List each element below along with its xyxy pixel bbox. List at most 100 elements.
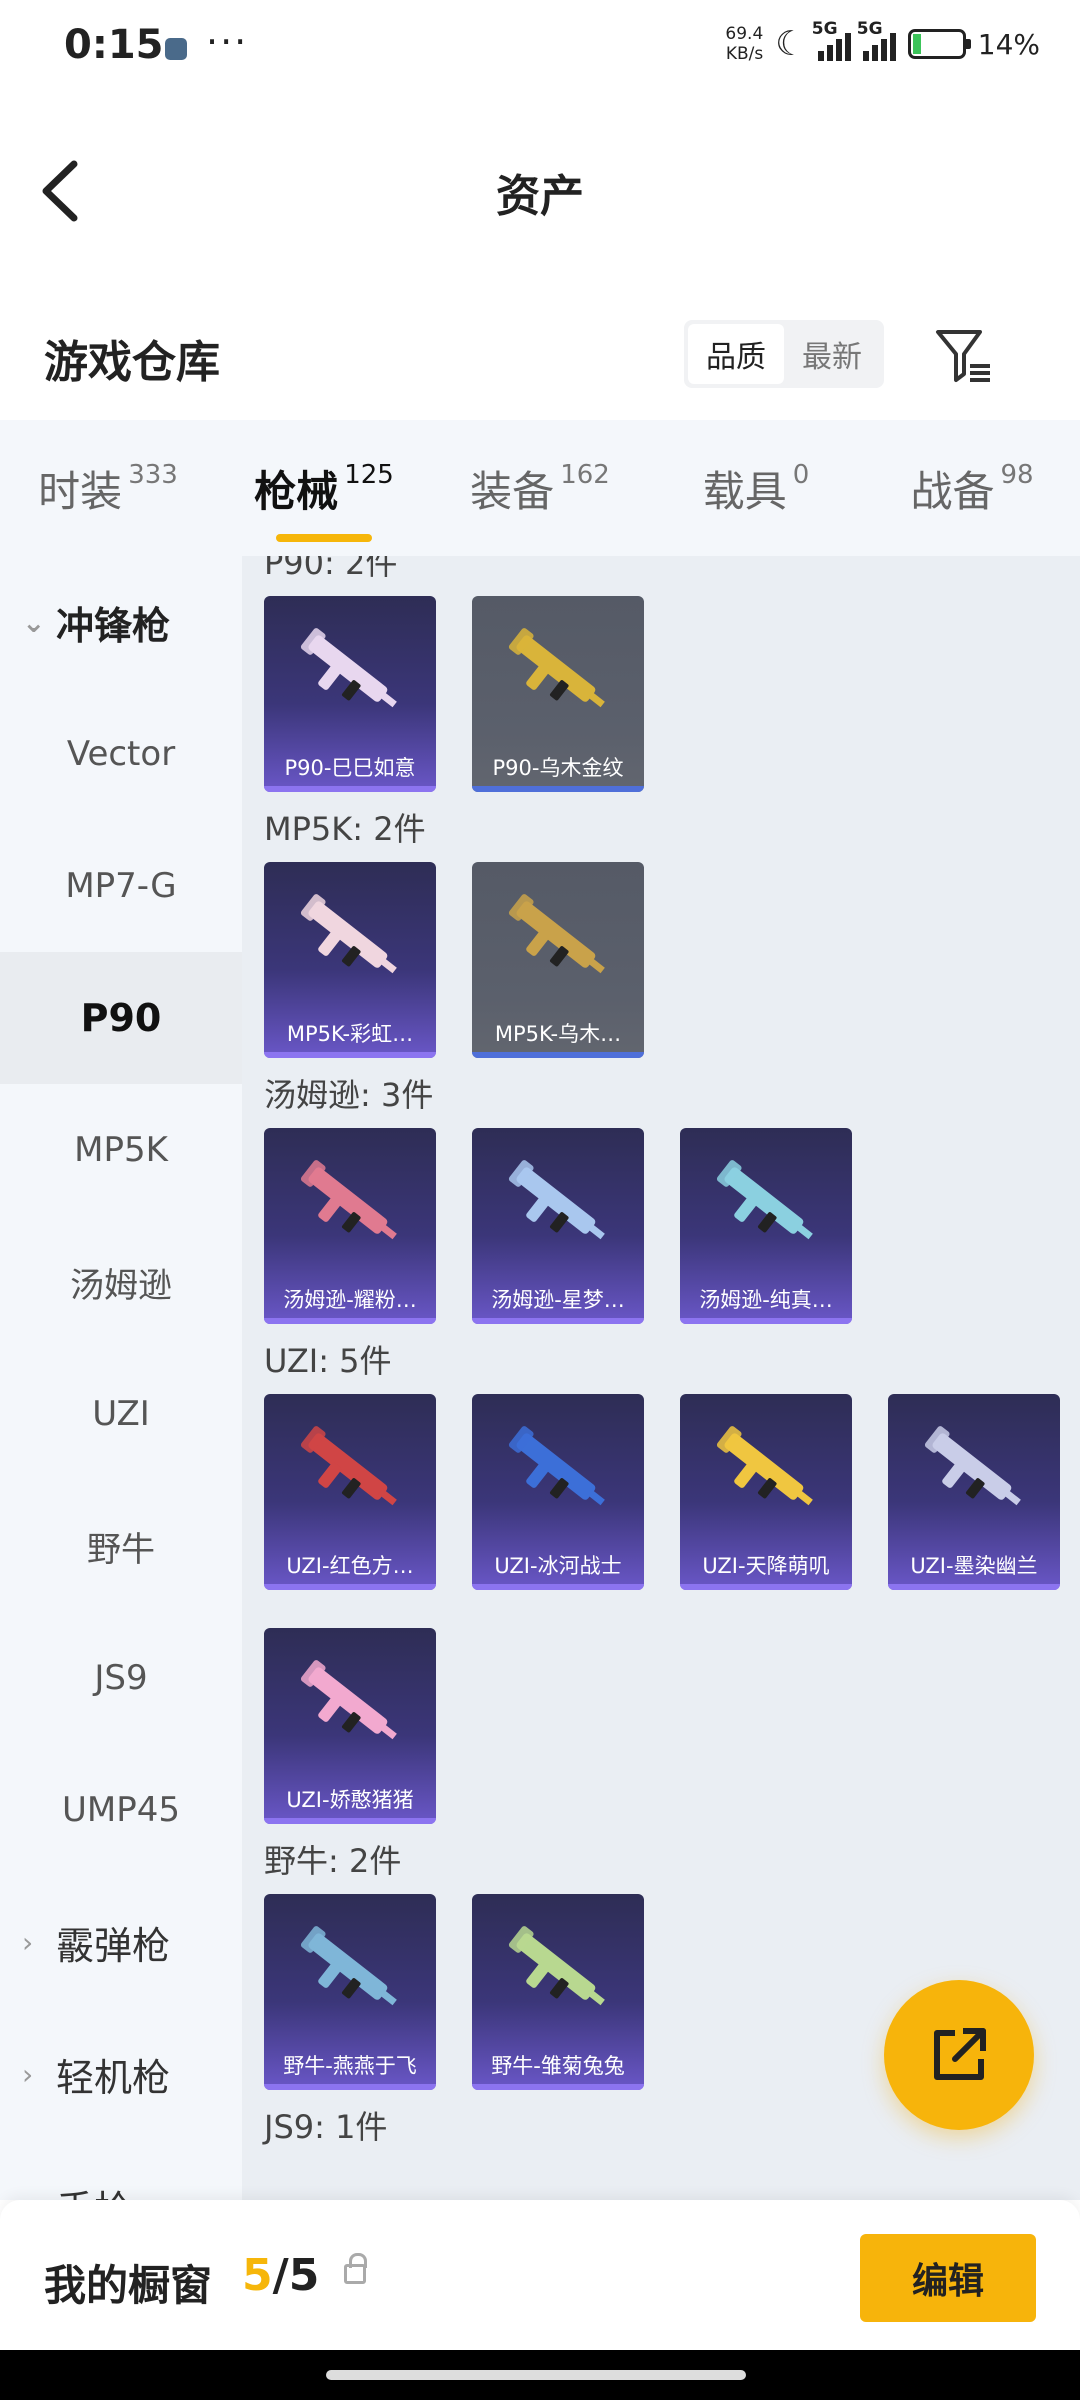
filter-button[interactable]: [934, 326, 994, 386]
sidebar-item-p90[interactable]: P90: [0, 952, 242, 1084]
tab-supplies[interactable]: 战备 98: [864, 420, 1080, 556]
gun-skin-icon: [300, 894, 397, 974]
top-header: 资产: [0, 100, 1080, 280]
more-notifications-icon: ···: [206, 20, 249, 64]
showcase-bar: 我的橱窗 5/5 编辑: [0, 2200, 1080, 2350]
chevron-right-icon: ›: [22, 1925, 34, 1959]
status-time: 0:15: [64, 22, 164, 68]
skin-name: MP5K-乌木…: [494, 1022, 622, 1046]
weapon-skin-card[interactable]: UZI-娇憨猪猪: [264, 1628, 436, 1824]
external-link-icon: [934, 2028, 986, 2080]
edit-button[interactable]: 编辑: [860, 2234, 1036, 2322]
sidebar-item-ump45[interactable]: UMP45: [0, 1744, 242, 1876]
battery-icon: [907, 29, 971, 59]
skin-name: 野牛-燕燕于飞: [283, 2054, 417, 2078]
home-indicator[interactable]: [326, 2370, 746, 2380]
gun-skin-icon: [300, 628, 397, 708]
weapon-group: MP5K: 2件 MP5K-彩虹… MP5K-乌木…: [242, 806, 1080, 1058]
signal-icon-2: 5G: [857, 19, 896, 61]
showcase-count: 5/5: [242, 2250, 320, 2301]
weapon-group: UZI: 5件 UZI-红色方… UZI-冰河战士 UZI-天降萌叽 UZI-墨染幽兰 U…: [242, 1338, 1080, 1824]
skin-name: 汤姆逊-纯真…: [699, 1288, 833, 1312]
rarity-bar: [472, 786, 644, 792]
gun-skin-icon: [508, 894, 605, 974]
rarity-bar: [888, 1584, 1060, 1590]
weapon-skin-card[interactable]: P90-巳巳如意: [264, 596, 436, 792]
sidebar-item-vector[interactable]: Vector: [0, 688, 242, 820]
battery-percent: 14%: [977, 27, 1040, 61]
skin-name: UZI-冰河战士: [494, 1554, 622, 1578]
sidebar-item-bizon[interactable]: 野牛: [0, 1480, 242, 1612]
rarity-bar: [680, 1584, 852, 1590]
sort-quality-button[interactable]: 品质: [688, 324, 784, 384]
rarity-bar: [264, 1818, 436, 1824]
sidebar-item-mp5k[interactable]: MP5K: [0, 1084, 242, 1216]
skin-name: UZI-墨染幽兰: [910, 1554, 1038, 1578]
tab-equipment[interactable]: 装备 162: [432, 420, 648, 556]
gun-skin-icon: [300, 1160, 397, 1240]
weapon-skin-card[interactable]: 汤姆逊-纯真…: [680, 1128, 852, 1324]
gun-skin-icon: [508, 1926, 605, 2006]
item-grid: P90-巳巳如意 P90-乌木金纹: [264, 596, 1064, 792]
share-button[interactable]: [884, 1980, 1034, 2130]
network-speed: 69.4 KB/s: [725, 24, 764, 64]
weapon-skin-card[interactable]: MP5K-乌木…: [472, 862, 644, 1058]
group-title: 野牛: 2件: [264, 1842, 402, 1880]
skin-name: MP5K-彩虹…: [286, 1022, 414, 1046]
weapon-skin-card[interactable]: UZI-冰河战士: [472, 1394, 644, 1590]
weapon-skin-card[interactable]: 汤姆逊-耀粉…: [264, 1128, 436, 1324]
system-nav-bar: [0, 2350, 1080, 2400]
gun-skin-icon: [508, 628, 605, 708]
weapon-list: P90: 2件 P90-巳巳如意 P90-乌木金纹 MP5K: 2件 MP5K-彩虹… M…: [242, 556, 1080, 2200]
category-tabs: 时装 333 枪械 125 装备 162 载具 0 战备 98: [0, 420, 1080, 556]
gun-skin-icon: [508, 1426, 605, 1506]
chevron-right-icon: ›: [22, 2057, 34, 2091]
weapon-skin-card[interactable]: 野牛-燕燕于飞: [264, 1894, 436, 2090]
weapon-skin-card[interactable]: 野牛-雏菊兔兔: [472, 1894, 644, 2090]
weapon-skin-card[interactable]: UZI-墨染幽兰: [888, 1394, 1060, 1590]
chevron-right-icon: ›: [22, 2190, 44, 2201]
weapon-group: 汤姆逊: 3件 汤姆逊-耀粉… 汤姆逊-星梦… 汤姆逊-纯真…: [242, 1072, 1080, 1324]
item-grid: MP5K-彩虹… MP5K-乌木…: [264, 862, 1064, 1058]
lock-icon: [344, 2253, 367, 2284]
rarity-bar: [264, 1052, 436, 1058]
sort-newest-button[interactable]: 最新: [784, 324, 880, 384]
tab-fashion[interactable]: 时装 333: [0, 420, 216, 556]
group-title: UZI: 5件: [264, 1342, 392, 1380]
gun-skin-icon: [924, 1426, 1021, 1506]
sidebar-category-shotgun[interactable]: › 霰弹枪: [0, 1876, 242, 2008]
group-title: P90: 2件: [264, 556, 398, 582]
rarity-bar: [472, 1052, 644, 1058]
rarity-bar: [680, 1318, 852, 1324]
sidebar-item-thompson[interactable]: 汤姆逊: [0, 1216, 242, 1348]
sidebar-category-pistol[interactable]: ›手枪: [0, 2140, 242, 2201]
gun-skin-icon: [716, 1426, 813, 1506]
skin-name: 野牛-雏菊兔兔: [491, 2054, 625, 2078]
weapon-skin-card[interactable]: 汤姆逊-星梦…: [472, 1128, 644, 1324]
weapon-skin-card[interactable]: UZI-天降萌叽: [680, 1394, 852, 1590]
gun-skin-icon: [716, 1160, 813, 1240]
rarity-bar: [264, 2084, 436, 2090]
sidebar-category-lmg[interactable]: › 轻机枪: [0, 2008, 242, 2140]
gun-skin-icon: [508, 1160, 605, 1240]
do-not-disturb-icon: ☾: [775, 24, 806, 64]
skin-name: P90-乌木金纹: [492, 756, 624, 780]
tab-vehicles[interactable]: 载具 0: [648, 420, 864, 556]
rarity-bar: [472, 1584, 644, 1590]
weapon-skin-card[interactable]: P90-乌木金纹: [472, 596, 644, 792]
gun-skin-icon: [300, 1926, 397, 2006]
sidebar-category-smg[interactable]: ⌄ 冲锋枪: [0, 556, 242, 688]
skin-name: P90-巳巳如意: [284, 756, 416, 780]
app-notification-icon: [165, 38, 187, 60]
page-title: 资产: [496, 171, 584, 222]
sidebar-item-js9[interactable]: JS9: [0, 1612, 242, 1744]
item-grid: UZI-红色方… UZI-冰河战士 UZI-天降萌叽 UZI-墨染幽兰 UZI-娇憨猪猪: [264, 1394, 1064, 1824]
tab-guns[interactable]: 枪械 125: [216, 420, 432, 556]
weapon-skin-card[interactable]: MP5K-彩虹…: [264, 862, 436, 1058]
warehouse-title: 游戏仓库: [44, 337, 220, 388]
sidebar-item-mp7g[interactable]: MP7-G: [0, 820, 242, 952]
sort-toggle: 品质 最新: [684, 320, 884, 388]
rarity-bar: [264, 1318, 436, 1324]
sidebar-item-uzi[interactable]: UZI: [0, 1348, 242, 1480]
weapon-skin-card[interactable]: UZI-红色方…: [264, 1394, 436, 1590]
